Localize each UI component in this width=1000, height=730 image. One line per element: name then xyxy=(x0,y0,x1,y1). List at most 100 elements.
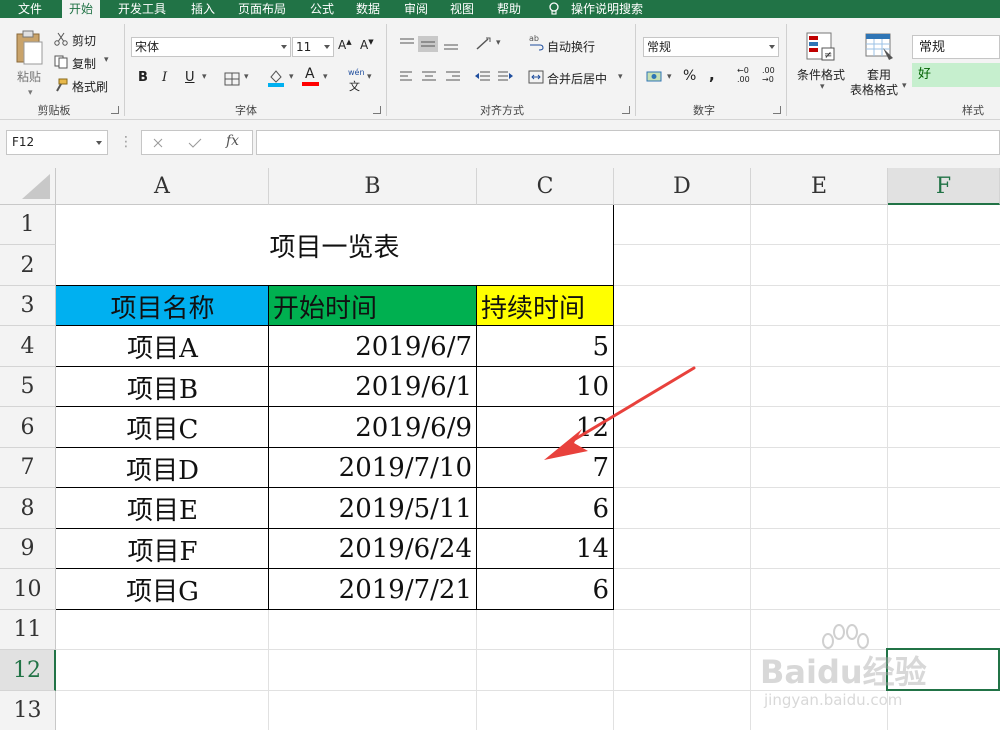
borders-icon[interactable] xyxy=(224,72,240,86)
table-cell-name[interactable]: 项目G xyxy=(56,569,269,610)
chevron-down-icon[interactable]: ▾ xyxy=(202,72,207,82)
name-box[interactable]: F12 xyxy=(6,130,108,155)
table-cell-start[interactable]: 2019/5/11 xyxy=(269,488,477,529)
increase-decimal-button[interactable]: ←0.00 xyxy=(737,66,750,84)
wrap-text-icon: ab xyxy=(529,34,544,51)
format-painter-button[interactable]: 格式刷 xyxy=(72,78,108,95)
header-cell-start-time[interactable]: 开始时间 xyxy=(269,286,477,326)
row-header-5[interactable]: 5 xyxy=(0,367,56,407)
select-all-corner[interactable] xyxy=(0,168,56,205)
row-header-9[interactable]: 9 xyxy=(0,529,56,569)
row-header-4[interactable]: 4 xyxy=(0,326,56,367)
table-cell-start[interactable]: 2019/6/7 xyxy=(269,326,477,367)
row-header-13[interactable]: 13 xyxy=(0,691,56,730)
vertical-align-icons[interactable] xyxy=(398,36,462,52)
tab-help[interactable]: 帮助 xyxy=(497,0,521,18)
table-cell-name[interactable]: 项目A xyxy=(56,326,269,367)
phonetic-guide-icon[interactable]: wén xyxy=(348,68,365,77)
copy-button[interactable]: 复制 xyxy=(72,55,96,72)
grow-font-button[interactable]: A▲ xyxy=(338,38,352,52)
tab-home[interactable]: 开始 xyxy=(62,0,101,18)
header-cell-project-name[interactable]: 项目名称 xyxy=(56,286,269,326)
table-cell-start[interactable]: 2019/7/10 xyxy=(269,448,477,488)
table-cell-start[interactable]: 2019/6/9 xyxy=(269,407,477,448)
table-cell-start[interactable]: 2019/7/21 xyxy=(269,569,477,610)
merge-center-button[interactable]: 合并后居中 xyxy=(547,70,607,87)
table-cell-name[interactable]: 项目F xyxy=(56,529,269,569)
column-header-e[interactable]: E xyxy=(751,168,888,205)
orientation-icon[interactable] xyxy=(474,36,494,52)
font-size-select[interactable]: 11 xyxy=(292,37,334,57)
paste-icon[interactable] xyxy=(14,30,44,66)
row-header-7[interactable]: 7 xyxy=(0,448,56,488)
column-header-d[interactable]: D xyxy=(614,168,751,205)
horizontal-align-icons[interactable] xyxy=(398,70,462,84)
percent-button[interactable]: % xyxy=(683,68,696,84)
row-header-6[interactable]: 6 xyxy=(0,407,56,448)
table-cell-duration[interactable]: 14 xyxy=(477,529,614,569)
style-good[interactable]: 好 xyxy=(912,63,1000,87)
font-name-select[interactable]: 宋体 xyxy=(131,37,291,57)
tab-formulas[interactable]: 公式 xyxy=(310,0,334,18)
fill-color-icon[interactable] xyxy=(266,68,286,88)
table-cell-start[interactable]: 2019/6/24 xyxy=(269,529,477,569)
row-header-3[interactable]: 3 xyxy=(0,286,56,326)
tab-data[interactable]: 数据 xyxy=(356,0,380,18)
clipboard-launcher[interactable] xyxy=(111,106,119,114)
table-cell-start[interactable]: 2019/6/1 xyxy=(269,367,477,407)
currency-icon[interactable] xyxy=(646,70,664,84)
shrink-font-button[interactable]: A▼ xyxy=(360,38,374,52)
row-header-12[interactable]: 12 xyxy=(0,650,56,691)
alignment-launcher[interactable] xyxy=(622,106,630,114)
italic-button[interactable]: I xyxy=(162,70,167,85)
table-cell-name[interactable]: 项目E xyxy=(56,488,269,529)
worksheet-grid: A B C D E F 1 2 3 4 5 6 7 8 9 10 11 12 1… xyxy=(0,168,1000,730)
wrap-text-button[interactable]: 自动换行 xyxy=(547,38,595,55)
table-cell-name[interactable]: 项目D xyxy=(56,448,269,488)
font-color-button[interactable]: A xyxy=(305,66,315,82)
row-header-10[interactable]: 10 xyxy=(0,569,56,610)
insert-function-button[interactable]: fx xyxy=(226,133,239,149)
comma-button[interactable]: , xyxy=(709,66,715,84)
formula-input[interactable] xyxy=(256,130,1000,155)
table-cell-duration[interactable]: 6 xyxy=(477,569,614,610)
chevron-down-icon xyxy=(324,45,330,49)
table-cell-duration[interactable]: 5 xyxy=(477,326,614,367)
tab-developer[interactable]: 开发工具 xyxy=(118,0,166,18)
tab-view[interactable]: 视图 xyxy=(450,0,474,18)
tell-me-search[interactable]: 操作说明搜索 xyxy=(571,0,643,18)
font-launcher[interactable] xyxy=(373,106,381,114)
column-header-a[interactable]: A xyxy=(56,168,269,205)
paste-button[interactable]: 粘贴 xyxy=(17,68,41,85)
conditional-formatting-icon: ≠ xyxy=(806,32,835,61)
indent-icons[interactable] xyxy=(474,70,514,84)
table-cell-name[interactable]: 项目C xyxy=(56,407,269,448)
number-format-select[interactable]: 常规 xyxy=(643,37,779,57)
decrease-decimal-button[interactable]: .00 →0 xyxy=(762,66,775,84)
cancel-icon[interactable] xyxy=(152,137,164,149)
column-header-c[interactable]: C xyxy=(477,168,614,205)
conditional-formatting-button[interactable]: 条件格式 xyxy=(797,66,845,83)
header-cell-duration[interactable]: 持续时间 xyxy=(477,286,614,326)
underline-button[interactable]: U xyxy=(185,70,195,85)
table-cell-name[interactable]: 项目B xyxy=(56,367,269,407)
tab-insert[interactable]: 插入 xyxy=(191,0,215,18)
enter-check-icon[interactable] xyxy=(188,137,202,149)
table-cell-duration[interactable]: 6 xyxy=(477,488,614,529)
row-header-1[interactable]: 1 xyxy=(0,205,56,245)
style-normal[interactable]: 常规 xyxy=(912,35,1000,59)
table-title-cell[interactable]: 项目一览表 xyxy=(56,205,613,286)
row-header-11[interactable]: 11 xyxy=(0,610,56,650)
row-header-2[interactable]: 2 xyxy=(0,245,56,286)
bold-button[interactable]: B xyxy=(138,70,148,85)
row-header-8[interactable]: 8 xyxy=(0,488,56,529)
column-header-b[interactable]: B xyxy=(269,168,477,205)
clipboard-group-label: 剪贴板 xyxy=(37,104,71,117)
tab-page-layout[interactable]: 页面布局 xyxy=(238,0,286,18)
tab-review[interactable]: 审阅 xyxy=(404,0,428,18)
column-header-f[interactable]: F xyxy=(888,168,1000,205)
tab-file[interactable]: 文件 xyxy=(18,0,42,18)
cut-button[interactable]: 剪切 xyxy=(72,32,96,49)
number-launcher[interactable] xyxy=(773,106,781,114)
number-group-label: 数字 xyxy=(693,104,715,117)
